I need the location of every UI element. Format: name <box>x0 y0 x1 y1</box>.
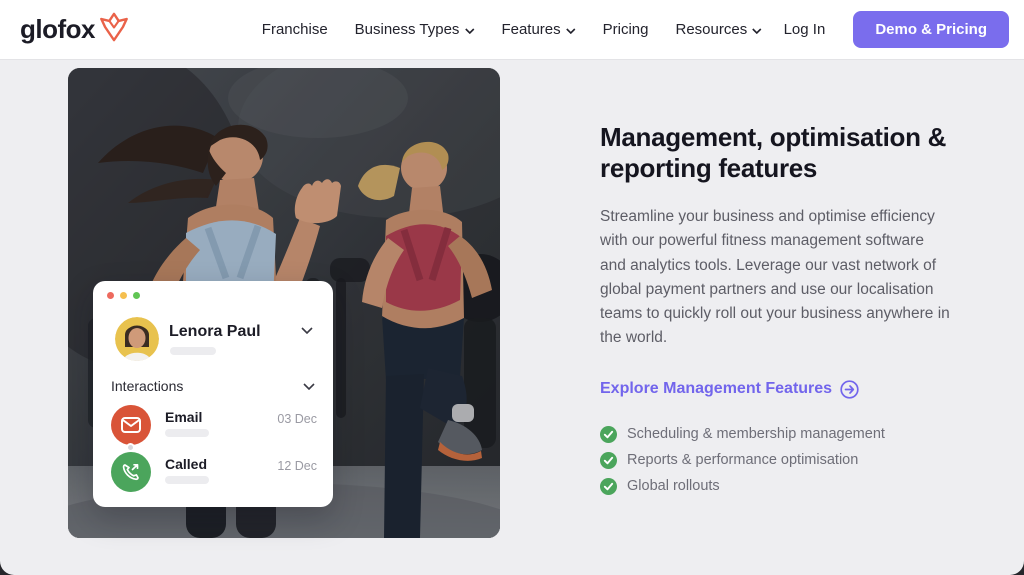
chevron-down-icon <box>464 27 475 34</box>
feature-checklist: Scheduling & membership management Repor… <box>600 425 972 495</box>
checklist-text: Global rollouts <box>627 478 720 495</box>
explore-management-features-link[interactable]: Explore Management Features <box>600 380 859 399</box>
maximize-window-icon[interactable] <box>133 292 140 299</box>
interaction-type: Email <box>165 409 203 425</box>
interaction-row-called[interactable]: Called 12 Dec <box>111 452 317 494</box>
interaction-type: Called <box>165 456 208 472</box>
nav-item-features[interactable]: Features <box>501 21 576 38</box>
chevron-down-icon <box>752 27 762 34</box>
nav-label: Business Types <box>354 21 460 38</box>
top-navigation-bar: glofox Franchise Business Types Features… <box>0 0 1024 59</box>
interactions-header[interactable]: Interactions <box>111 378 315 394</box>
check-circle-icon <box>600 425 617 443</box>
placeholder-bar <box>170 347 216 355</box>
checklist-item: Global rollouts <box>600 477 972 495</box>
window-controls <box>107 292 140 299</box>
minimize-window-icon[interactable] <box>120 292 127 299</box>
arrow-right-circle-icon <box>840 380 859 399</box>
check-circle-icon <box>600 451 617 469</box>
placeholder-bar <box>165 429 209 437</box>
chevron-down-icon[interactable] <box>301 327 313 334</box>
logo-text: glofox <box>20 14 96 44</box>
placeholder-bar <box>165 476 209 484</box>
nav-item-resources[interactable]: Resources <box>676 21 763 38</box>
section-heading: Management, optimisation & reporting fea… <box>600 122 947 183</box>
login-link[interactable]: Log In <box>784 21 826 38</box>
nav-item-pricing[interactable]: Pricing <box>603 21 649 38</box>
close-window-icon[interactable] <box>107 292 114 299</box>
nav-label: Resources <box>675 21 748 38</box>
nav-item-franchise[interactable]: Franchise <box>262 21 328 38</box>
interaction-row-email[interactable]: Email 03 Dec <box>111 405 317 452</box>
chevron-down-icon <box>566 27 576 34</box>
nav-label: Features <box>501 21 561 38</box>
header-actions: Log In Demo & Pricing <box>784 11 1009 48</box>
contact-header: Lenora Paul <box>115 315 315 367</box>
interaction-date: 03 Dec <box>277 412 317 426</box>
demo-pricing-button[interactable]: Demo & Pricing <box>853 11 1009 48</box>
section-paragraph: Streamline your business and optimise ef… <box>600 208 950 347</box>
email-icon <box>111 405 151 445</box>
nav-label: Franchise <box>261 21 328 38</box>
nav-item-business-types[interactable]: Business Types <box>355 21 475 38</box>
nav-label: Pricing <box>602 21 649 38</box>
fox-icon <box>99 11 129 48</box>
checklist-text: Scheduling & membership management <box>627 426 885 443</box>
checklist-item: Reports & performance optimisation <box>600 451 972 469</box>
checklist-text: Reports & performance optimisation <box>627 452 859 469</box>
main-nav: Franchise Business Types Features Pricin… <box>262 21 762 38</box>
feature-copy: Management, optimisation & reporting fea… <box>600 122 972 495</box>
interactions-label: Interactions <box>111 378 184 394</box>
avatar <box>115 317 159 361</box>
timeline-dot <box>126 443 135 452</box>
check-circle-icon <box>600 477 617 495</box>
contact-name: Lenora Paul <box>169 323 261 340</box>
glofox-logo[interactable]: glofox <box>20 11 129 48</box>
phone-call-icon <box>111 452 151 492</box>
checklist-item: Scheduling & membership management <box>600 425 972 443</box>
chevron-down-icon <box>303 382 315 390</box>
explore-link-label: Explore Management Features <box>600 380 833 398</box>
interaction-date: 12 Dec <box>277 459 317 473</box>
crm-contact-card: Lenora Paul Interactions Email 03 Dec Ca… <box>93 281 333 507</box>
